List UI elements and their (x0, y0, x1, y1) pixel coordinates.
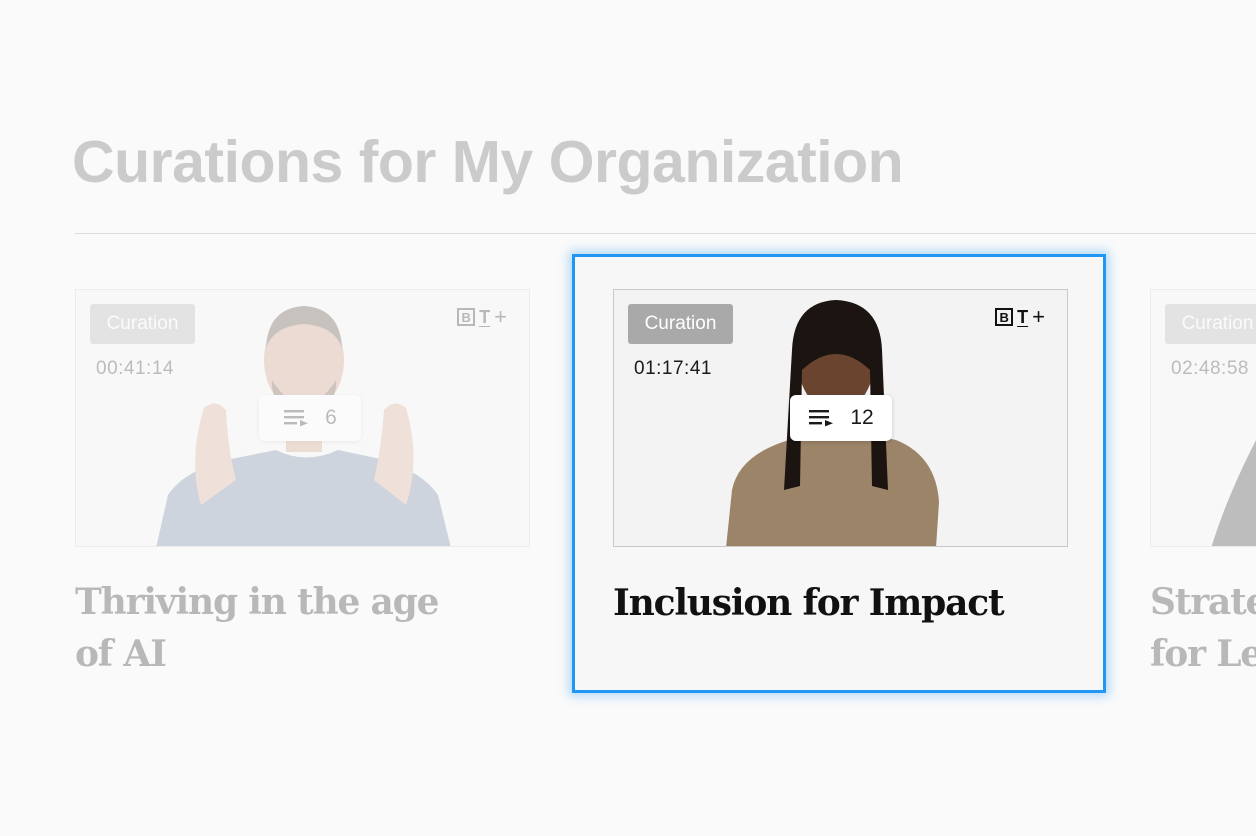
curation-chip: Curation (1165, 304, 1256, 344)
item-count: 6 (325, 406, 337, 429)
card-thumbnail: Curation 02:48:58 (1150, 289, 1256, 547)
playlist-icon (284, 410, 309, 427)
section-divider (75, 233, 1256, 234)
card-title: Inclusion for Impact (613, 577, 1005, 629)
card-title: Strate for Le (1150, 576, 1256, 680)
curation-card-strategy[interactable]: Curation 02:48:58 Strate for Le (1150, 289, 1256, 689)
card-thumbnail: Curation 01:17:41 B T + 12 (613, 289, 1068, 547)
brand-logo-b: B (457, 308, 476, 326)
curations-page: Curations for My Organization Curation 0… (0, 0, 1256, 836)
item-count: 12 (850, 406, 874, 429)
card-title-line-2: for Le (1150, 633, 1256, 675)
curation-chip: Curation (628, 304, 733, 344)
brand-logo-plus: + (1032, 304, 1045, 329)
curation-duration: 01:17:41 (634, 358, 712, 379)
brand-logo-t: T (1017, 307, 1029, 327)
brand-logo-plus: + (494, 304, 507, 329)
card-title: Thriving in the age of AI (75, 576, 440, 680)
card-title-line-1: Inclusion for Impact (613, 582, 1005, 624)
curation-chip: Curation (90, 304, 195, 344)
bt-plus-logo: B T + (995, 304, 1045, 330)
item-count-badge: 6 (259, 395, 361, 441)
bt-plus-logo: B T + (457, 304, 507, 330)
playlist-icon (809, 410, 834, 427)
curation-duration: 02:48:58 (1171, 358, 1249, 379)
card-title-line-1: Thriving in the age (75, 581, 440, 623)
curation-card-inclusion-impact[interactable]: Curation 01:17:41 B T + 12 Inclusion for… (572, 254, 1106, 693)
curation-card-thriving-ai[interactable]: Curation 00:41:14 B T + 6 Thriving in th… (75, 289, 535, 689)
brand-logo-b: B (995, 308, 1014, 326)
curation-duration: 00:41:14 (96, 358, 174, 379)
card-title-line-2: of AI (75, 633, 167, 675)
section-title: Curations for My Organization (72, 129, 904, 195)
card-title-line-1: Strate (1150, 581, 1256, 623)
item-count-badge: 12 (790, 395, 892, 441)
card-thumbnail: Curation 00:41:14 B T + 6 (75, 289, 530, 547)
brand-logo-t: T (479, 307, 491, 327)
